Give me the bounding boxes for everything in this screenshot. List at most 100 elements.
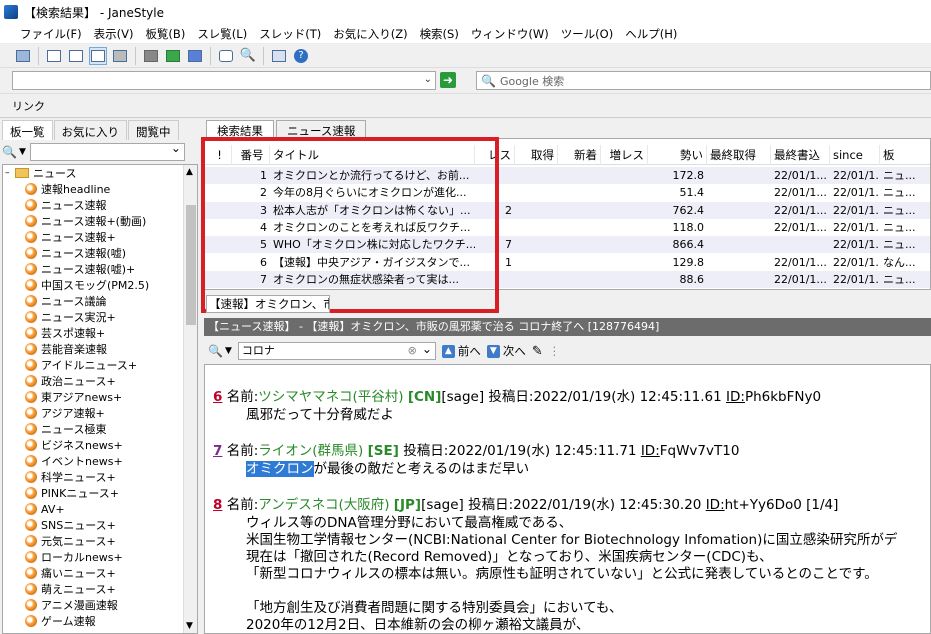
board-filter-input[interactable] [29, 141, 185, 161]
thread-row[interactable]: 1 オミクロンとか流行ってるけど、お前... 172.8 22/01/1... 22/0… [205, 167, 930, 184]
refresh-icon[interactable] [164, 47, 182, 65]
comment-icon[interactable] [217, 47, 235, 65]
col-res[interactable]: レス [475, 145, 515, 165]
board-item[interactable]: 科学ニュース+ [3, 469, 197, 485]
board-item[interactable]: 元気ニュース+ [3, 533, 197, 549]
board-item[interactable]: ニュース速報(嘘) [3, 245, 197, 261]
board-item[interactable]: AV+ [3, 501, 197, 517]
col-new[interactable]: 新着 [558, 145, 601, 165]
board-item[interactable]: ニュース速報+ [3, 229, 197, 245]
post-number[interactable]: 8 [213, 497, 222, 513]
board-item[interactable]: ニュース速報+(動画) [3, 213, 197, 229]
col-since[interactable]: since [830, 145, 880, 165]
board-item[interactable]: アイドルニュース+ [3, 357, 197, 373]
menu-tools[interactable]: ツール(O) [555, 26, 620, 42]
connect-icon[interactable] [14, 47, 32, 65]
col-mark[interactable]: ! [205, 145, 232, 165]
board-item[interactable]: アニメ漫画速報 [3, 597, 197, 613]
col-fetched[interactable]: 取得 [515, 145, 558, 165]
clear-icon[interactable]: ⊗ [408, 343, 417, 359]
col-title[interactable]: タイトル [270, 145, 475, 165]
board-item[interactable]: ニュース極東 [3, 421, 197, 437]
tab-board-list[interactable]: 板一覧 [2, 120, 53, 140]
board-item[interactable]: ニュース実況+ [3, 309, 197, 325]
chevron-down-icon[interactable]: ▼ [19, 147, 26, 157]
post-id-label[interactable]: ID: [726, 389, 745, 405]
tab-favorites[interactable]: お気に入り [53, 120, 127, 140]
col-momentum[interactable]: 勢い [648, 145, 707, 165]
tab-browsing[interactable]: 閲覧中 [128, 120, 179, 140]
tab-search-results[interactable]: 検索結果 [206, 120, 274, 138]
board-item[interactable]: ニュース速報(嘘)+ [3, 261, 197, 277]
board-item[interactable]: ゲーム速報 [3, 613, 197, 629]
thread-row[interactable]: 2 今年の8月ぐらいにオミクロンが進化... 51.4 22/01/1... 22/01… [205, 184, 930, 201]
board-item[interactable]: 中国スモッグ(PM2.5) [3, 277, 197, 293]
board-item[interactable]: ローカルnews+ [3, 549, 197, 565]
board-item[interactable]: PINKニュース+ [3, 485, 197, 501]
board-item[interactable]: 芸能音楽速報 [3, 341, 197, 357]
menu-favorites[interactable]: お気に入り(Z) [327, 26, 413, 42]
menu-search[interactable]: 検索(S) [414, 26, 465, 42]
menu-thread-list[interactable]: スレ覧(L) [191, 26, 253, 42]
scroll-thumb[interactable] [186, 205, 196, 325]
find-input[interactable]: コロナ ⊗ ⌄ [237, 341, 436, 360]
board-item[interactable]: 萌えニュース+ [3, 581, 197, 597]
menu-file[interactable]: ファイル(F) [14, 26, 88, 42]
tab-news-sokuho[interactable]: ニュース速報 [276, 120, 367, 138]
thread-row[interactable]: 6 【速報】中央アジア・ガイジスタンで... 1 129.8 22/01/1... 22/… [205, 254, 930, 271]
board-item[interactable]: ニュース速報 [3, 197, 197, 213]
menu-view[interactable]: 表示(V) [88, 26, 140, 42]
chevron-down-icon[interactable]: ⌄ [422, 341, 432, 357]
thread-row[interactable]: 5 WHO「オミクロン株に対応したワクチ... 7 866.4 22/01/1...ニュ… [205, 236, 930, 254]
thread-row[interactable]: 7 オミクロンの無症状感染者って実は... 88.6 22/01/1... 22/01/… [205, 270, 930, 288]
find-next-button[interactable]: ▼ 次へ [486, 343, 526, 359]
board-item[interactable]: 政治ニュース+ [3, 373, 197, 389]
board-item[interactable]: イベントnews+ [3, 453, 197, 469]
layout-1-icon[interactable] [45, 47, 63, 65]
layout-2-icon[interactable] [67, 47, 85, 65]
thread-row[interactable]: 4 オミクロンのことを考えれば反ワクチ... 118.0 22/01/1... 22/0… [205, 219, 930, 236]
tree-category[interactable]: – ニュース [3, 165, 197, 181]
google-search-input[interactable]: 🔍 Google 検索 [476, 71, 931, 90]
refresh-all-icon[interactable] [186, 47, 204, 65]
menu-thread[interactable]: スレッド(T) [253, 26, 327, 42]
settings-icon[interactable] [270, 47, 288, 65]
search-icon[interactable]: 🔍 [239, 47, 257, 65]
board-item[interactable]: ビジネスnews+ [3, 437, 197, 453]
board-item[interactable]: ニュース議論 [3, 293, 197, 309]
board-item[interactable]: アジア速報+ [3, 405, 197, 421]
url-input[interactable]: ⌄ [12, 71, 436, 90]
col-last-fetch[interactable]: 最終取得 [707, 145, 771, 165]
post-id-label[interactable]: ID: [706, 497, 725, 513]
thread-tab[interactable]: 【速報】オミクロン、市... [206, 295, 330, 313]
layout-4-icon[interactable] [111, 47, 129, 65]
col-number[interactable]: 番号 [232, 145, 270, 165]
menu-window[interactable]: ウィンドウ(W) [465, 26, 555, 42]
thread-row[interactable]: 3 松本人志が「オミクロンは怖くない」... 2 762.4 22/01/1... 22/… [205, 201, 930, 219]
board-item[interactable]: 痛いニュース+ [3, 565, 197, 581]
post-id-label[interactable]: ID: [641, 443, 660, 459]
find-prev-button[interactable]: ▲ 前へ [441, 343, 481, 359]
help-icon[interactable]: ? [292, 47, 310, 65]
menu-board[interactable]: 板覧(B) [139, 26, 191, 42]
post-number[interactable]: 7 [213, 443, 222, 459]
col-last-write[interactable]: 最終書込 [771, 145, 830, 165]
chevron-down-icon[interactable]: ▼ [225, 346, 232, 356]
collapse-icon[interactable]: – [5, 168, 15, 178]
scroll-up-icon[interactable]: ▲ [186, 167, 193, 177]
board-item[interactable]: 芸スポ速報+ [3, 325, 197, 341]
highlight-pen-icon[interactable]: ✎ [532, 344, 543, 359]
chevron-down-icon[interactable]: ⌄ [424, 74, 432, 85]
go-arrow-icon[interactable]: ➜ [440, 72, 456, 88]
col-board[interactable]: 板 [880, 145, 930, 165]
layout-3-icon[interactable] [89, 46, 107, 65]
col-increase[interactable]: 増レス [601, 145, 648, 165]
menu-help[interactable]: ヘルプ(H) [619, 26, 683, 42]
search-icon[interactable]: 🔍 [2, 145, 17, 159]
board-item[interactable]: SNSニュース+ [3, 517, 197, 533]
tree-scrollbar[interactable]: ▲ ▼ [183, 165, 197, 633]
scroll-down-icon[interactable]: ▼ [186, 621, 193, 631]
post-number[interactable]: 6 [213, 389, 222, 405]
resize-handle-icon[interactable]: ⋮ [549, 344, 561, 358]
board-item[interactable]: 東アジアnews+ [3, 389, 197, 405]
